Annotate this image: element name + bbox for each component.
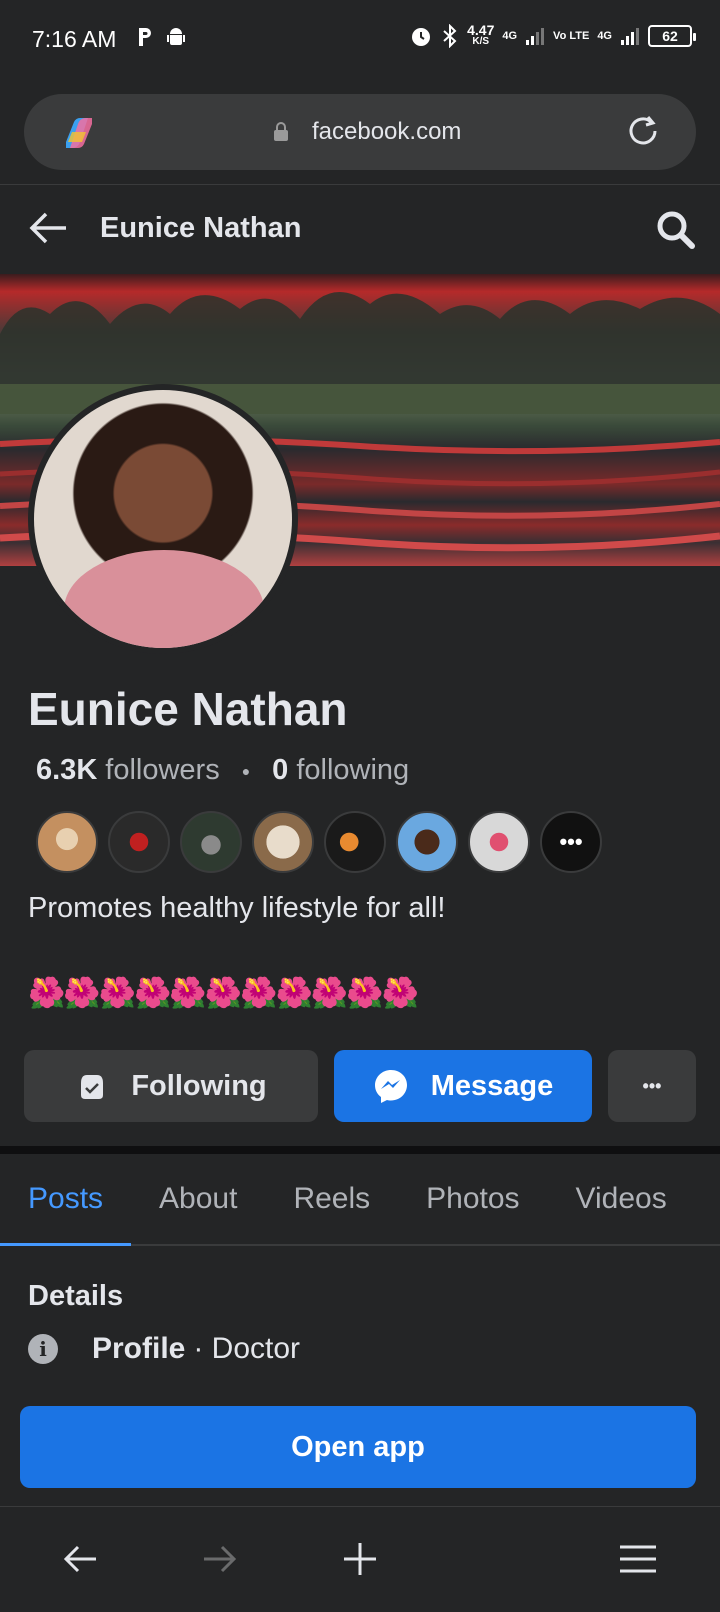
reload-icon[interactable]: [624, 112, 662, 150]
tab-posts[interactable]: Posts: [0, 1154, 132, 1246]
detail-row-profile: i Profile · Doctor: [28, 1332, 300, 1366]
following-label[interactable]: following: [296, 754, 409, 787]
profile-avatar[interactable]: [28, 384, 298, 654]
more-options-button[interactable]: •••: [608, 1050, 696, 1122]
battery-icon: 62: [648, 25, 696, 47]
copilot-icon[interactable]: [58, 112, 100, 154]
url-text[interactable]: facebook.com: [312, 118, 461, 146]
status-time: 7:16 AM: [32, 26, 117, 52]
tab-photos[interactable]: Photos: [398, 1154, 547, 1244]
details-heading: Details: [28, 1280, 124, 1312]
tab-reels[interactable]: Reels: [265, 1154, 398, 1244]
net-speed: 4.47: [467, 22, 495, 38]
following-check-icon: [81, 1075, 104, 1099]
follower-avatar[interactable]: [180, 811, 242, 873]
address-bar[interactable]: facebook.com: [24, 94, 696, 170]
profile-tabs: Posts About Reels Photos Videos: [0, 1154, 720, 1246]
follower-avatar[interactable]: [252, 811, 314, 873]
following-label: Following: [131, 1069, 267, 1102]
tab-videos[interactable]: Videos: [548, 1154, 695, 1244]
following-button[interactable]: Following: [24, 1050, 318, 1122]
follow-stats: 6.3K followers ● 0 following: [36, 754, 410, 787]
net-speed-unit: K/S: [472, 36, 490, 47]
bluetooth-icon: [443, 24, 457, 48]
profile-bio: Promotes healthy lifestyle for all!: [28, 892, 446, 924]
status-bar: 7:16 AM 4.47 K/S 4G Vo LTE 4G 62: [0, 0, 720, 82]
bio-emojis: 🌺🌺🌺🌺🌺🌺🌺🌺🌺🌺🌺: [28, 976, 419, 1011]
net-type-2: 4G: [597, 29, 612, 42]
message-label: Message: [430, 1069, 554, 1102]
parking-icon: [139, 28, 151, 46]
followers-count[interactable]: 6.3K: [36, 754, 97, 787]
more-options-label: •••: [642, 1075, 662, 1096]
open-app-button[interactable]: Open app: [20, 1406, 696, 1488]
following-count[interactable]: 0: [272, 754, 288, 787]
more-followers-button[interactable]: •••: [540, 811, 602, 873]
menu-icon[interactable]: [616, 1537, 660, 1581]
lock-icon: [274, 122, 288, 141]
forward-icon[interactable]: [198, 1537, 242, 1581]
tab-about[interactable]: About: [131, 1154, 265, 1244]
cover-trees: [0, 292, 720, 414]
signal-icon: [526, 28, 545, 45]
follower-avatar[interactable]: [468, 811, 530, 873]
follower-avatar[interactable]: [396, 811, 458, 873]
signal-icon-2: [621, 28, 639, 45]
info-icon: i: [28, 1334, 58, 1364]
browser-bottom-nav: [0, 1506, 720, 1612]
detail-value: · Doctor: [193, 1332, 301, 1365]
follower-avatar[interactable]: [108, 811, 170, 873]
android-icon: [167, 28, 185, 45]
page-header: Eunice Nathan: [0, 186, 720, 274]
messenger-icon: [374, 1070, 407, 1103]
followers-label[interactable]: followers: [105, 754, 219, 787]
search-icon[interactable]: [654, 208, 696, 250]
detail-key: Profile: [92, 1332, 186, 1365]
follower-avatar[interactable]: [36, 811, 98, 873]
back-icon[interactable]: [58, 1537, 102, 1581]
header-title: Eunice Nathan: [100, 212, 302, 244]
message-button[interactable]: Message: [334, 1050, 592, 1122]
profile-name: Eunice Nathan: [28, 683, 348, 735]
back-arrow-icon[interactable]: [28, 210, 68, 246]
alarm-icon: [412, 28, 431, 46]
net-type-1: 4G: [502, 29, 518, 42]
follower-avatars: •••: [36, 811, 602, 873]
follower-avatar[interactable]: [324, 811, 386, 873]
new-tab-plus-icon[interactable]: [338, 1537, 382, 1581]
volte-label: Vo LTE: [553, 29, 590, 42]
